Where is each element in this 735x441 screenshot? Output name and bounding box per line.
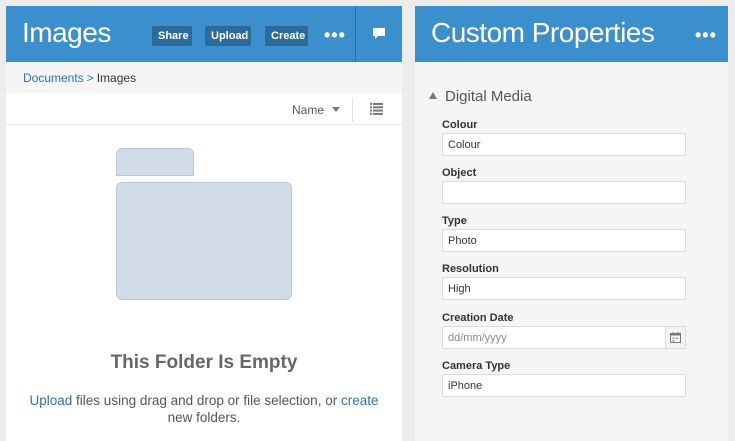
documents-header: Images Share Upload Create •••: [6, 6, 402, 62]
more-actions-icon[interactable]: •••: [324, 26, 346, 44]
folder-content: Name This Folder Is Empty Upload files u…: [6, 93, 402, 441]
empty-folder-illustration: [116, 182, 292, 300]
creation-date-field[interactable]: [442, 326, 666, 349]
breadcrumb-documents-link[interactable]: Documents: [23, 71, 84, 85]
page-title: Images: [22, 17, 111, 48]
calendar-icon: [670, 332, 681, 343]
object-field[interactable]: [442, 181, 686, 204]
breadcrumb: Documents > Images: [23, 71, 136, 85]
colour-field[interactable]: [442, 133, 686, 156]
type-label: Type: [442, 215, 467, 227]
conversation-button[interactable]: [356, 6, 402, 62]
section-title: Digital Media: [445, 88, 532, 105]
chevron-down-icon[interactable]: [332, 107, 340, 112]
more-actions-icon[interactable]: •••: [695, 26, 717, 44]
upload-button[interactable]: Upload: [205, 26, 251, 46]
object-label: Object: [442, 167, 477, 179]
custom-properties-panel: Custom Properties ••• Digital Media Colo…: [415, 6, 728, 441]
empty-folder-illustration-tab: [116, 148, 194, 176]
list-view-icon[interactable]: [370, 103, 383, 115]
type-field[interactable]: [442, 229, 686, 252]
section-toggle-digital-media[interactable]: Digital Media: [429, 88, 532, 105]
sort-divider: [352, 98, 353, 122]
empty-text-end: new folders.: [167, 410, 241, 425]
camera-type-field[interactable]: [442, 374, 686, 397]
comment-icon: [373, 28, 385, 39]
upload-link[interactable]: Upload: [30, 393, 73, 408]
date-picker-button[interactable]: [665, 326, 686, 349]
empty-folder-message: Upload files using drag and drop or file…: [26, 392, 382, 426]
share-button[interactable]: Share: [152, 26, 192, 46]
collapse-triangle-icon: [429, 92, 437, 99]
create-folder-link[interactable]: create: [341, 393, 379, 408]
sort-bar: Name: [6, 93, 402, 125]
creation-date-label: Creation Date: [442, 312, 514, 324]
colour-label: Colour: [442, 119, 478, 131]
empty-folder-title: This Folder Is Empty: [110, 352, 298, 373]
properties-header: Custom Properties •••: [415, 6, 728, 62]
resolution-label: Resolution: [442, 263, 499, 275]
breadcrumb-current: Images: [96, 71, 137, 85]
empty-text-middle: files using drag and drop or file select…: [72, 393, 341, 408]
sort-by-dropdown[interactable]: Name: [292, 103, 324, 117]
camera-type-label: Camera Type: [442, 360, 511, 372]
create-button[interactable]: Create: [265, 26, 308, 46]
breadcrumb-separator: >: [86, 71, 94, 85]
documents-panel: Images Share Upload Create ••• Documents…: [6, 6, 402, 441]
resolution-field[interactable]: [442, 277, 686, 300]
properties-title: Custom Properties: [431, 17, 655, 48]
